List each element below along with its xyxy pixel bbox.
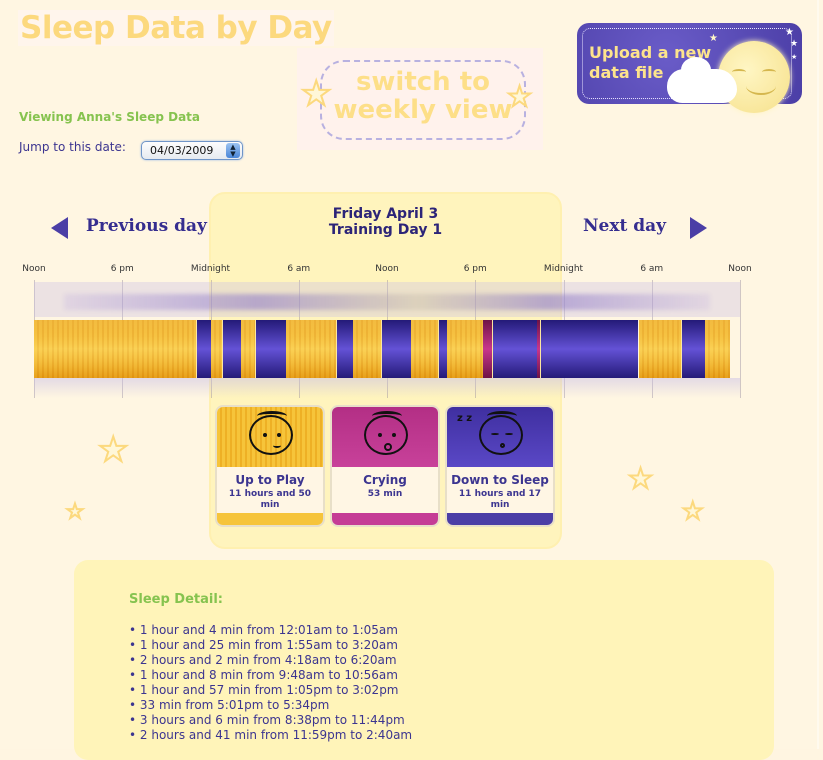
tick-label: 6 am [287,264,311,274]
timeline-reflection [34,378,740,398]
sleep-detail-item: 2 hours and 2 min from 4:18am to 6:20am [129,653,412,668]
legend-name: Down to Sleep [451,473,549,487]
previous-day-link[interactable]: Previous day [86,216,207,236]
gridline [740,280,741,398]
star-icon: ★ [627,461,654,496]
timeline-segment-sleep [335,320,354,378]
moon-eye [762,69,776,75]
timeline-segment-awake [410,320,439,378]
tick-label: Noon [22,264,46,274]
tick-label: 6 pm [110,264,134,274]
moon-mouth [746,77,776,95]
date-value: 04/03/2009 [150,144,214,157]
tick-label: Midnight [543,264,584,274]
next-arrow-icon[interactable] [690,217,707,239]
zzz-icon: z z [457,413,473,424]
tick-label: Noon [728,264,752,274]
jump-to-date-label: Jump to this date: [19,140,126,154]
day-date: Friday April 3 [332,206,439,222]
timeline-segment-sleep [492,320,538,378]
sleep-detail-list: 1 hour and 4 min from 12:01am to 1:05am1… [129,623,412,743]
weekly-view-area: switch to weekly view ★ ★ [297,48,543,150]
legend-card-up-to-play: Up to Play 11 hours and 50 min [215,405,325,527]
star-icon: ★ [790,39,799,49]
legend-duration: 11 hours and 50 min [228,489,312,510]
timeline-segment-sleep [221,320,242,378]
timeline-bar [34,320,740,378]
timeline-segment-sleep [255,320,286,378]
card-footer [332,513,438,525]
sleep-detail-item: 33 min from 5:01pm to 5:34pm [129,698,412,713]
timeline-segment-awake [353,320,382,378]
legend-card-crying: Crying 53 min [330,405,440,527]
tick-label: 6 pm [463,264,487,274]
training-day: Training Day 1 [328,222,443,238]
sleep-detail-item: 1 hour and 25 min from 1:55am to 3:20am [129,638,412,653]
timeline-segment-sleep [539,320,639,378]
sleep-detail-item: 1 hour and 57 min from 1:05pm to 3:02pm [129,683,412,698]
sleeping-face-icon [479,411,523,455]
timeline-segment-awake [638,320,682,378]
timeline-segment-sleep [681,320,705,378]
star-icon: ★ [65,498,85,524]
star-icon: ★ [681,496,704,526]
page-title: Sleep Data by Day [18,10,334,46]
card-footer [217,513,323,525]
tick-label: Noon [375,264,399,274]
card-header: z z [447,407,553,467]
sleep-detail-item: 2 hours and 41 min from 11:59pm to 2:40a… [129,728,412,743]
viewing-label: Viewing Anna's Sleep Data [19,110,200,124]
sleep-detail-item: 1 hour and 8 min from 9:48am to 10:56am [129,668,412,683]
sleep-detail-item: 1 hour and 4 min from 12:01am to 1:05am [129,623,412,638]
timeline-overview-band [34,282,740,317]
moon-eye [732,69,746,75]
content-face-icon [249,411,293,455]
star-icon: ★ [506,79,533,114]
next-day-link[interactable]: Next day [583,216,666,236]
timeline-segment-awake [210,320,222,378]
timeline-segment-awake [704,320,730,378]
star-icon: ★ [709,33,718,44]
legend-name: Up to Play [235,473,305,487]
timeline-segment-awake [285,320,336,378]
crying-face-icon [364,411,408,455]
tick-label: 6 am [640,264,664,274]
day-title: Friday April 3 Training Day 1 [209,206,562,238]
sleep-detail-item: 3 hours and 6 min from 8:38pm to 11:44pm [129,713,412,728]
star-icon: ★ [97,429,130,471]
scrollbar-edge [817,0,819,749]
switch-weekly-view-button[interactable]: switch to weekly view [320,60,526,140]
timeline-segment-cry [482,320,493,378]
card-header [332,407,438,467]
stepper-arrows-icon[interactable]: ▲ ▼ [226,143,240,158]
card-header [217,407,323,467]
sleep-timeline [34,280,741,400]
overview-blur [64,294,710,310]
card-footer [447,513,553,525]
cloud-icon [667,57,737,103]
star-icon: ★ [791,53,798,61]
previous-arrow-icon[interactable] [51,217,68,239]
timeline-segment-awake [241,320,256,378]
star-icon: ★ [300,73,333,115]
timeline-segment-sleep [438,320,447,378]
timeline-segment-awake [34,320,196,378]
legend-duration: 11 hours and 17 min [458,489,542,510]
legend-card-down-to-sleep: z z Down to Sleep 11 hours and 17 min [445,405,555,527]
date-select[interactable]: 04/03/2009 ▲ ▼ [141,141,243,160]
legend-name: Crying [363,473,407,487]
timeline-segment-sleep [381,320,411,378]
upload-data-file-button[interactable]: Upload a new data file ★ ★ ★ ★ [577,23,802,113]
tick-label: Midnight [190,264,231,274]
star-icon: ★ [785,27,794,38]
timeline-segment-awake [446,320,483,378]
legend-duration: 53 min [367,489,403,499]
timeline-segment-sleep [195,320,211,378]
sleep-detail-title: Sleep Detail: [129,592,223,607]
